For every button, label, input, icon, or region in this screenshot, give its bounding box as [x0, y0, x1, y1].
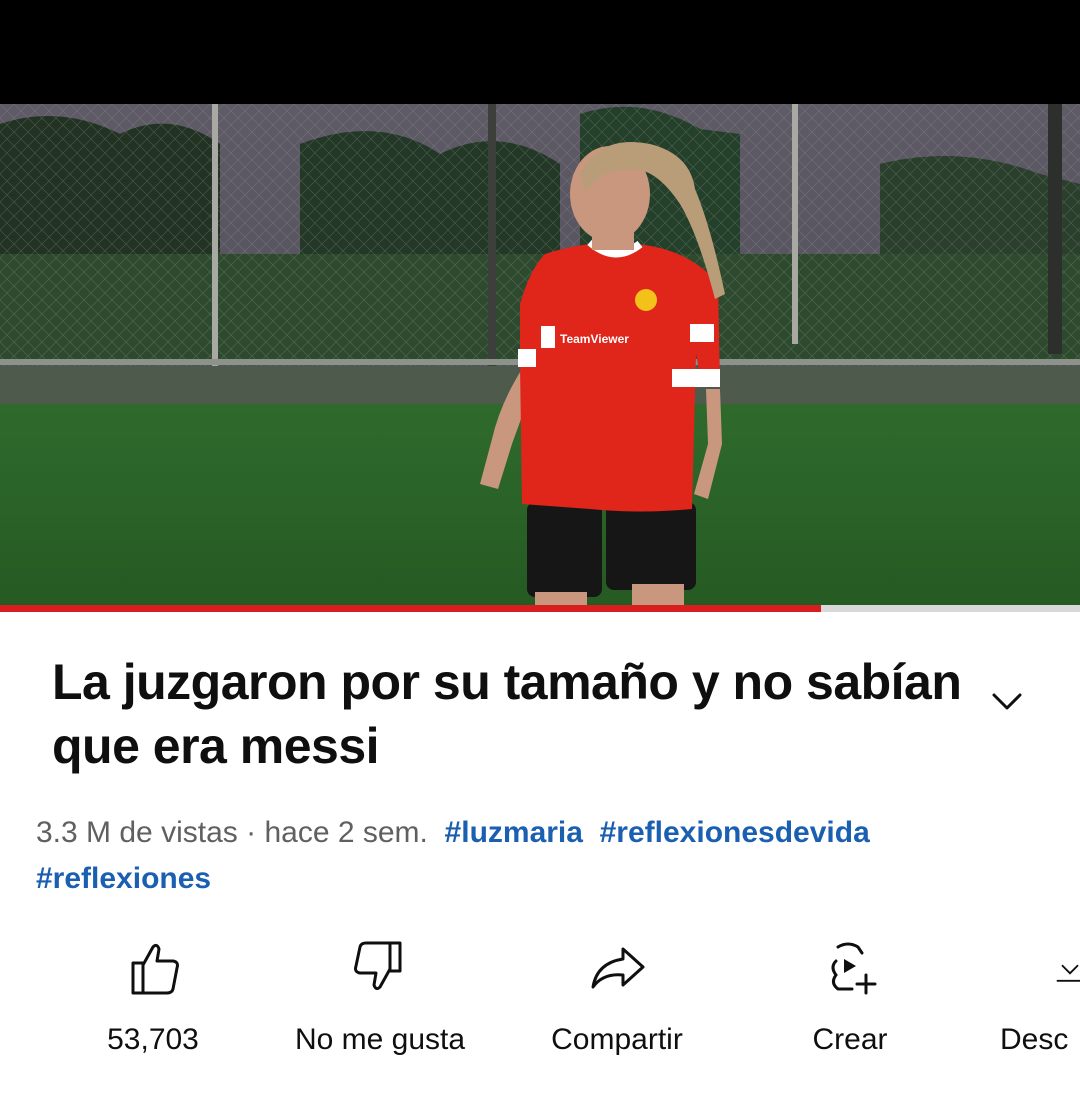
meta-separator: ·	[246, 816, 257, 849]
hashtag-link[interactable]: #luzmaria	[445, 816, 583, 849]
like-count: 53,703	[107, 1023, 199, 1056]
top-black-bar	[0, 0, 1080, 104]
share-label: Compartir	[551, 1023, 683, 1056]
create-icon	[831, 942, 877, 995]
video-title: La juzgaron por su tamaño y no sabían qu…	[52, 654, 962, 774]
download-button[interactable]: Desc	[1000, 935, 1080, 1057]
chevron-down-icon[interactable]	[986, 680, 1028, 722]
hashtag-link[interactable]: #reflexiones	[36, 862, 211, 895]
progress-fill	[0, 605, 821, 612]
view-count: 3.3 M de vistas	[36, 816, 238, 849]
jersey-sponsor-text: TeamViewer	[560, 332, 629, 346]
download-label: Desc	[1000, 1023, 1069, 1056]
upload-age: hace 2 sem.	[264, 816, 428, 849]
download-icon	[1056, 964, 1080, 982]
video-metadata: 3.3 M de vistas · hace 2 sem. #luzmaria …	[36, 810, 1046, 902]
video-progress-bar[interactable]	[0, 605, 1080, 612]
share-icon	[591, 947, 645, 989]
hashtag-link[interactable]: #reflexionesdevida	[600, 816, 870, 849]
create-button[interactable]: Crear	[800, 935, 900, 1057]
thumbs-up-icon	[131, 943, 179, 995]
share-button[interactable]: Compartir	[534, 935, 700, 1057]
video-player[interactable]: TeamViewer	[0, 104, 1080, 611]
create-label: Crear	[812, 1023, 888, 1056]
video-frame: TeamViewer	[0, 104, 1080, 611]
dislike-button[interactable]: No me gusta	[280, 935, 480, 1057]
like-button[interactable]: 53,703	[98, 935, 208, 1057]
dislike-label: No me gusta	[294, 1023, 466, 1056]
action-bar: 53,703 No me gusta Compartir Crear Desc	[0, 935, 1080, 1085]
thumbs-down-icon	[354, 941, 402, 991]
